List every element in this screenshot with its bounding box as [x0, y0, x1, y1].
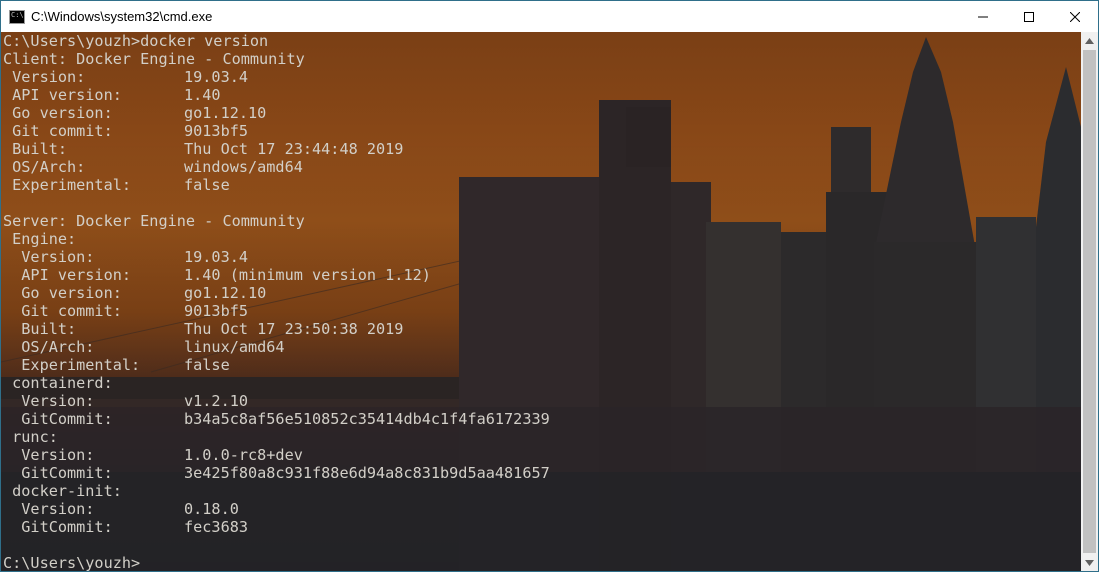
console-line-key: Client: Docker Engine - Community	[3, 50, 305, 68]
console-line-key: Version:	[3, 500, 95, 518]
console-line: GitCommit: b34a5c8af56e510852c35414db4c1f…	[3, 410, 549, 428]
maximize-button[interactable]	[1006, 1, 1052, 32]
console-line-key: Go version:	[3, 104, 113, 122]
console-line: Go version: go1.12.10	[3, 284, 305, 302]
minimize-icon	[978, 16, 988, 17]
console-line: API version: 1.40 (minimum version 1.12)	[3, 266, 431, 284]
console-line: Experimental: false	[3, 176, 305, 194]
console-line: Built: Thu Oct 17 23:50:38 2019	[3, 320, 403, 338]
console-line: docker-init:	[3, 482, 305, 500]
console-line-value: v1.2.10	[184, 392, 249, 410]
console-line-key: Experimental:	[3, 176, 132, 194]
console-line: API version: 1.40	[3, 86, 305, 104]
console-line-key: GitCommit:	[3, 410, 113, 428]
window-title: C:\Windows\system32\cmd.exe	[31, 9, 213, 24]
console-line: Built: Thu Oct 17 23:44:48 2019	[3, 140, 403, 158]
console-line: GitCommit: 3e425f80a8c931f88e6d94a8c831b9…	[3, 464, 549, 482]
console-line-key: GitCommit:	[3, 464, 113, 482]
close-button[interactable]	[1052, 1, 1098, 32]
console-line-key: Version:	[3, 392, 95, 410]
console-line-key: Server: Docker Engine - Community	[3, 212, 305, 230]
console-line: Version: 1.0.0-rc8+dev	[3, 446, 305, 464]
console-line: C:\Users\youzh>docker version	[3, 32, 305, 50]
console-line-value: fec3683	[184, 518, 249, 536]
cmd-app-icon-label: C:\	[11, 10, 24, 19]
console-line-value: 19.03.4	[184, 248, 249, 266]
scroll-down-button[interactable]	[1081, 554, 1098, 571]
close-icon	[1070, 11, 1080, 22]
console-line-value: linux/amd64	[184, 338, 285, 356]
console-line: Version: 0.18.0	[3, 500, 305, 518]
console-line: OS/Arch: windows/amd64	[3, 158, 305, 176]
console-line: Git commit: 9013bf5	[3, 122, 305, 140]
console-line-key: Go version:	[3, 284, 122, 302]
console-line-key: Experimental:	[3, 356, 141, 374]
console-line-key: API version:	[3, 86, 122, 104]
cmd-window: C:\ C:\Windows\system32\cmd.exe C:\Users…	[0, 0, 1099, 572]
console-line-value: false	[184, 356, 230, 374]
console-line-key: Version:	[3, 248, 95, 266]
console-line: Version: 19.03.4	[3, 68, 305, 86]
scroll-up-button[interactable]	[1081, 32, 1098, 49]
vertical-scrollbar[interactable]	[1081, 32, 1098, 571]
console-line-key: runc:	[3, 428, 58, 446]
console-line-key: Built:	[3, 320, 77, 338]
console-line: Server: Docker Engine - Community	[3, 212, 305, 230]
minimize-button[interactable]	[960, 1, 1006, 32]
console-line-key: Git commit:	[3, 122, 113, 140]
console-line-key: Engine:	[3, 230, 77, 248]
console-line: GitCommit: fec3683	[3, 518, 305, 536]
scrollbar-thumb[interactable]	[1083, 50, 1096, 553]
console-line-value: go1.12.10	[184, 104, 267, 122]
console-line-key: Git commit:	[3, 302, 122, 320]
console-line: Version: v1.2.10	[3, 392, 305, 410]
console-line-value: 9013bf5	[184, 122, 249, 140]
console-line-key: GitCommit:	[3, 518, 113, 536]
console-line: OS/Arch: linux/amd64	[3, 338, 305, 356]
console-line-value: Thu Oct 17 23:50:38 2019	[184, 320, 404, 338]
window-controls	[960, 1, 1098, 32]
console-line-value: 1.40	[184, 86, 221, 104]
console-line-key: Version:	[3, 68, 86, 86]
console-line-value: 3e425f80a8c931f88e6d94a8c831b9d5aa481657	[184, 464, 550, 482]
maximize-icon	[1024, 11, 1034, 22]
console-line-value: 0.18.0	[184, 500, 239, 518]
console-line-key: Version:	[3, 446, 95, 464]
console-line-value: go1.12.10	[184, 284, 267, 302]
console-line: Engine:	[3, 230, 305, 248]
console-line-value: 9013bf5	[184, 302, 249, 320]
console-line-value: b34a5c8af56e510852c35414db4c1f4fa6172339	[184, 410, 550, 428]
console-line-key: C:\Users\youzh>docker version	[3, 32, 269, 50]
console-line-key: containerd:	[3, 374, 113, 392]
console-area[interactable]: C:\Users\youzh>docker version Client: Doc…	[1, 32, 1081, 571]
console-line-value: 1.40 (minimum version 1.12)	[184, 266, 431, 284]
console-output[interactable]: C:\Users\youzh>docker version Client: Doc…	[3, 32, 550, 571]
console-line: Go version: go1.12.10	[3, 104, 305, 122]
console-line-key: OS/Arch:	[3, 158, 86, 176]
chevron-down-icon	[1085, 559, 1094, 566]
console-line-value: 1.0.0-rc8+dev	[184, 446, 303, 464]
console-line: runc:	[3, 428, 305, 446]
console-line-key: C:\Users\youzh>	[3, 554, 141, 571]
console-line-value: windows/amd64	[184, 158, 303, 176]
console-line-value: 19.03.4	[184, 68, 249, 86]
console-line: Experimental: false	[3, 356, 305, 374]
console-line-value: Thu Oct 17 23:44:48 2019	[184, 140, 404, 158]
title-bar[interactable]: C:\ C:\Windows\system32\cmd.exe	[1, 1, 1098, 32]
cmd-app-icon[interactable]: C:\	[9, 9, 25, 24]
console-line-value: false	[184, 176, 230, 194]
console-line-key: Built:	[3, 140, 68, 158]
console-line-key: API version:	[3, 266, 132, 284]
console-line-key: docker-init:	[3, 482, 122, 500]
console-line: C:\Users\youzh>	[3, 554, 305, 571]
console-line: Git commit: 9013bf5	[3, 302, 305, 320]
console-line: Client: Docker Engine - Community	[3, 50, 305, 68]
console-line: containerd:	[3, 374, 305, 392]
chevron-up-icon	[1085, 37, 1094, 44]
console-line-key: OS/Arch:	[3, 338, 95, 356]
console-line: Version: 19.03.4	[3, 248, 305, 266]
